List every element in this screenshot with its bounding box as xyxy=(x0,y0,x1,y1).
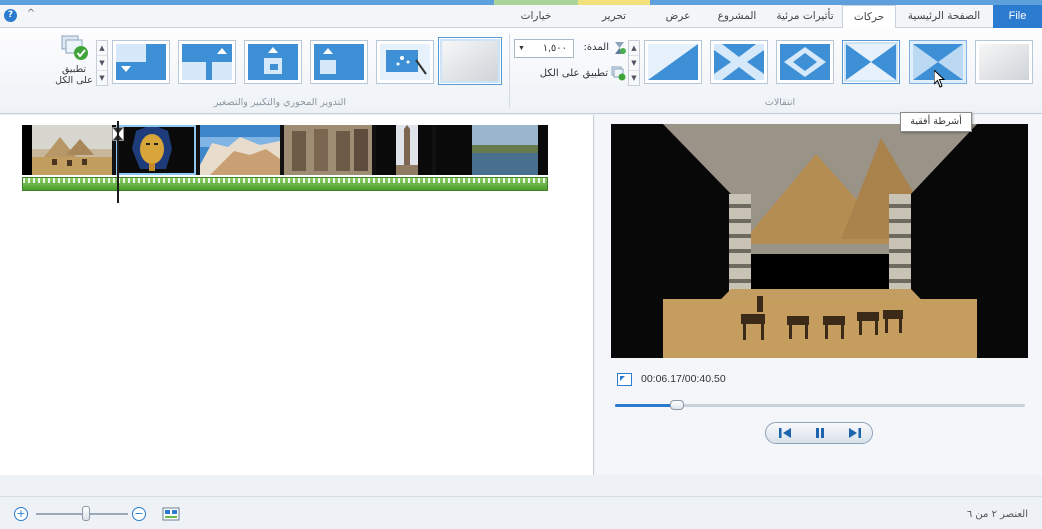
tab-view[interactable]: عرض xyxy=(650,5,706,28)
gallery-down-arrow-icon[interactable]: ▼ xyxy=(629,56,639,71)
pause-button[interactable] xyxy=(807,425,833,441)
duration-label: المدة: xyxy=(583,42,609,53)
item-count-status: العنصر ٢ من ٦ xyxy=(966,509,1028,520)
duration-value: ١,٥٠٠ xyxy=(542,43,567,54)
tab-project[interactable]: المشروع xyxy=(706,5,768,28)
clip-thumbnail-selected[interactable] xyxy=(116,125,196,175)
pan-zoom-group-label: التدوير المحوري والتكبير والتصغير xyxy=(213,97,347,108)
seek-progress xyxy=(615,404,677,407)
previous-frame-button[interactable] xyxy=(772,425,798,441)
storyboard-pane[interactable] xyxy=(0,115,594,475)
clip-thumbnail[interactable] xyxy=(200,125,280,175)
mouse-cursor-icon xyxy=(934,70,946,88)
ribbon-animations: ▲ ▼ ▼ المدة: ▼ ١,٥٠٠ تطبيق على الكل انتق… xyxy=(0,28,1042,114)
pause-icon xyxy=(816,428,824,438)
help-icon[interactable]: ? xyxy=(4,9,17,22)
zoom-slider-thumb[interactable] xyxy=(82,506,90,521)
clip-image xyxy=(436,125,548,175)
gallery-down-arrow-icon[interactable]: ▼ xyxy=(97,56,107,71)
cross-transition-icon xyxy=(714,44,764,80)
pan-zoom-none[interactable] xyxy=(438,37,502,85)
audio-waveform xyxy=(23,178,547,183)
clip-thumbnail[interactable] xyxy=(436,125,548,175)
duration-control: المدة: ▼ ١,٥٠٠ xyxy=(514,39,626,59)
collapse-ribbon-icon[interactable]: ^ xyxy=(25,8,37,20)
automatic-pan-zoom-icon xyxy=(380,44,430,80)
previous-frame-icon xyxy=(779,428,791,438)
video-filmstrip[interactable] xyxy=(22,125,548,175)
preview-monitor[interactable] xyxy=(611,124,1028,358)
tab-options[interactable]: خيارات xyxy=(494,5,578,28)
transitions-group-label: انتقالات xyxy=(764,97,796,108)
music-track[interactable] xyxy=(22,177,548,191)
transition-cross[interactable] xyxy=(710,40,768,84)
seek-thumb[interactable] xyxy=(669,400,684,410)
zoom-in-icon[interactable]: + xyxy=(14,507,28,521)
pan-up-icon xyxy=(314,44,364,80)
pan-zoom-zoom-in-up-right[interactable] xyxy=(178,40,236,84)
chevron-down-icon: ▼ xyxy=(518,45,525,52)
pan-zoom-zoom-in-up[interactable] xyxy=(244,40,302,84)
transitions-gallery-scroll[interactable]: ▲ ▼ ▼ xyxy=(628,40,640,86)
zoom-out-icon[interactable]: − xyxy=(132,507,146,521)
timecode: 00:06.17/00:40.50 xyxy=(641,373,726,385)
apply-to-all-icon xyxy=(611,66,626,81)
clip-thumbnail[interactable] xyxy=(22,125,112,175)
zoom-in-up-right-icon xyxy=(182,44,232,80)
preview-frame-image xyxy=(611,124,1028,358)
playhead[interactable] xyxy=(117,121,119,203)
thumbnail-size-icon[interactable] xyxy=(162,506,180,522)
transition-diagonal[interactable] xyxy=(644,40,702,84)
pan-zoom-pan-down[interactable] xyxy=(112,40,170,84)
diagonal-transition-icon xyxy=(648,44,698,80)
tab-visual-effects[interactable]: تأثيرات مرئية xyxy=(768,5,842,28)
tab-home[interactable]: الصفحة الرئيسية xyxy=(896,5,992,28)
tab-file[interactable]: File xyxy=(993,5,1042,28)
vertical-bars-transition-icon xyxy=(846,44,896,80)
transition-apply-to-all[interactable]: تطبيق على الكل xyxy=(534,66,626,82)
pan-zoom-automatic[interactable] xyxy=(376,40,434,84)
gallery-more-icon[interactable]: ▼ xyxy=(97,71,107,86)
clip-thumbnail[interactable] xyxy=(376,125,432,175)
tab-edit[interactable]: تحرير xyxy=(578,5,650,28)
tab-animations[interactable]: حركات xyxy=(842,5,896,29)
pan-zoom-apply-to-all-button[interactable]: تطبيق على الكل xyxy=(50,34,98,98)
playback-controls xyxy=(765,422,873,444)
clip-image xyxy=(22,125,112,175)
clip-image xyxy=(376,125,432,175)
gallery-up-arrow-icon[interactable]: ▲ xyxy=(629,41,639,56)
transition-none[interactable] xyxy=(975,40,1033,84)
gallery-more-icon[interactable]: ▼ xyxy=(629,71,639,86)
status-bar: + − العنصر ٢ من ٦ xyxy=(0,496,1042,529)
next-frame-icon xyxy=(849,428,861,438)
pan-zoom-pan-up[interactable] xyxy=(310,40,368,84)
apply-to-all-icon xyxy=(61,35,88,60)
no-pan-zoom-icon xyxy=(442,41,498,81)
clip-image xyxy=(284,125,372,175)
fullscreen-icon[interactable] xyxy=(617,373,632,386)
clip-image xyxy=(116,125,196,175)
transition-vertical-bars[interactable] xyxy=(842,40,900,84)
next-frame-button[interactable] xyxy=(842,425,868,441)
group-separator xyxy=(509,34,510,108)
diamond-transition-icon xyxy=(780,44,830,80)
transition-diamond[interactable] xyxy=(776,40,834,84)
duration-select[interactable]: ▼ ١,٥٠٠ xyxy=(514,39,574,58)
clip-image xyxy=(200,125,280,175)
ribbon-tab-bar: ? ^ خيارات تحرير عرض المشروع تأثيرات مرئ… xyxy=(0,0,1042,29)
zoom-in-up-icon xyxy=(248,44,298,80)
seek-bar[interactable] xyxy=(615,400,1025,410)
gallery-up-arrow-icon[interactable]: ▲ xyxy=(97,41,107,56)
transition-tooltip: أشرطة أفقية xyxy=(900,112,972,132)
preview-pane: 00:06.17/00:40.50 xyxy=(595,115,1042,475)
pan-down-icon xyxy=(116,44,166,80)
no-transition-icon xyxy=(979,44,1029,80)
clip-thumbnail[interactable] xyxy=(284,125,372,175)
